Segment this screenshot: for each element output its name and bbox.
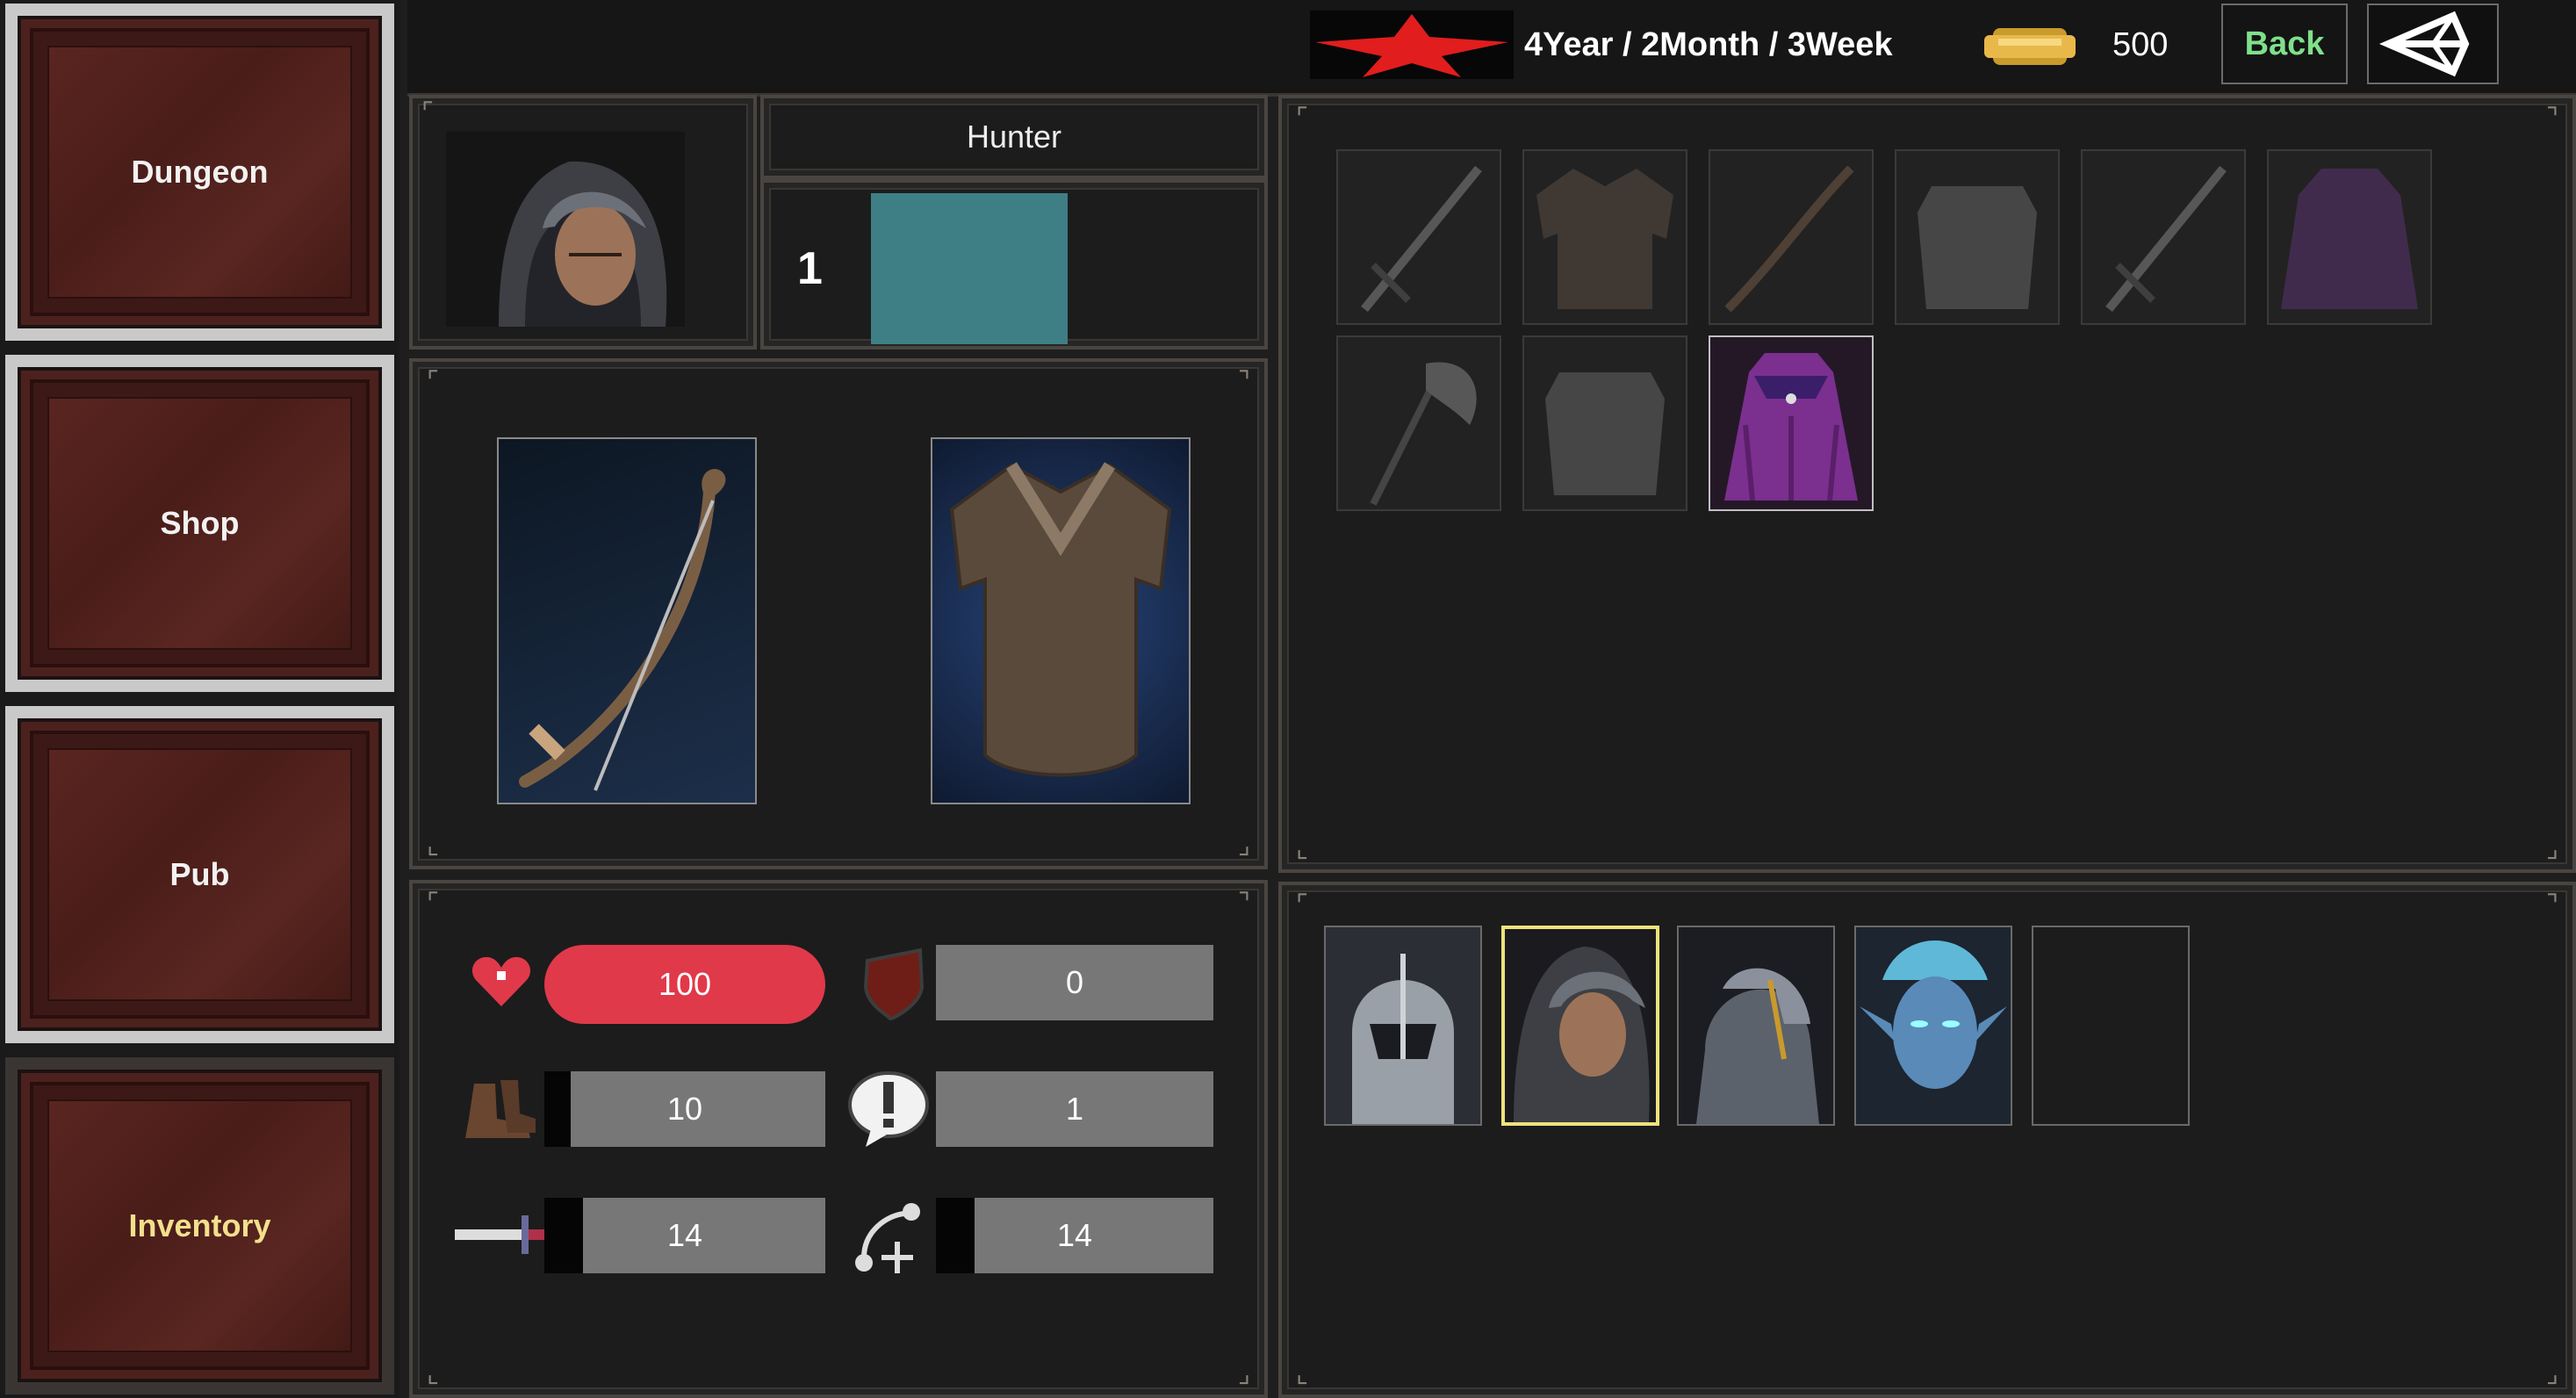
- inventory-item-tunic[interactable]: [1522, 149, 1687, 325]
- stats-panel: ⌜ ⌝ ⌞ ⌟ 100 0 10 1 14 14: [409, 880, 1268, 1398]
- unity-logo-icon[interactable]: [2367, 4, 2499, 84]
- corner-ornament: ⌜: [426, 367, 440, 396]
- bow-icon: [1724, 165, 1854, 313]
- shield-icon: [859, 943, 929, 1022]
- red-star-icon: [1310, 11, 1514, 79]
- hooded-hunter-portrait: [1514, 947, 1650, 1122]
- axe-icon: [1370, 362, 1477, 506]
- corner-ornament: ⌟: [1237, 831, 1251, 860]
- leather-tunic-icon: [1536, 169, 1673, 309]
- inventory-item-cloak[interactable]: [2267, 149, 2432, 325]
- defense-stat: 0: [936, 945, 1213, 1020]
- party-panel: ⌜ ⌝ ⌞ ⌟: [1278, 882, 2576, 1398]
- gold-coin-icon: [1975, 19, 2084, 74]
- armored-paladin-portrait: [1696, 968, 1819, 1124]
- class-name: Hunter: [966, 119, 1062, 155]
- knight-portrait: [1352, 954, 1454, 1124]
- weapon-slot[interactable]: [497, 437, 757, 804]
- nav-pub-button[interactable]: Pub: [5, 706, 394, 1043]
- skill-stat: 14: [936, 1198, 1213, 1273]
- party-member-paladin[interactable]: [1677, 926, 1835, 1126]
- nav-dungeon-label: Dungeon: [131, 154, 269, 190]
- speed-bar-fill: [544, 1071, 571, 1147]
- inventory-panel: ⌜ ⌝ ⌞ ⌟: [1278, 95, 2576, 873]
- inventory-item-bow[interactable]: [1709, 149, 1874, 325]
- skill-bar-fill: [936, 1198, 975, 1273]
- attack-value: 14: [666, 1217, 703, 1253]
- hp-stat: 100: [544, 945, 825, 1024]
- nav-pub-label: Pub: [169, 856, 230, 892]
- speed-value: 10: [666, 1091, 703, 1127]
- xp-bar: [871, 193, 1068, 344]
- corner-ornament: ⌞: [426, 831, 440, 860]
- blue-elf-portrait: [1860, 940, 2007, 1089]
- level-number: 1: [797, 243, 823, 294]
- class-name-panel: Hunter: [760, 95, 1268, 179]
- inventory-item-plate-armor-2[interactable]: [1522, 335, 1687, 511]
- corner-ornament: ⌜: [1295, 104, 1309, 133]
- corner-ornament: ⌞: [1295, 834, 1309, 863]
- corner-ornament: ⌝: [1237, 889, 1251, 918]
- crit-stat: 1: [936, 1071, 1213, 1147]
- hooded-hunter-portrait: [446, 132, 685, 327]
- date-display: 4Year / 2Month / 3Week: [1524, 26, 1893, 63]
- speed-stat: 10: [544, 1071, 825, 1147]
- attack-stat: 14: [544, 1198, 825, 1273]
- purple-cloak-icon: [2281, 169, 2418, 309]
- attack-bar-fill: [544, 1198, 583, 1273]
- party-member-hunter-selected[interactable]: [1501, 926, 1659, 1126]
- back-label: Back: [2244, 25, 2325, 62]
- gold-amount: 500: [2112, 26, 2169, 63]
- corner-ornament: ⌜: [426, 889, 440, 918]
- nav-inventory-button[interactable]: Inventory: [5, 1057, 394, 1394]
- portrait-panel: ⌜: [409, 95, 757, 350]
- top-bar: 4Year / 2Month / 3Week 500 Back: [407, 0, 2576, 97]
- crit-exclamation-icon: [845, 1070, 932, 1149]
- corner-ornament: ⌝: [2545, 104, 2559, 133]
- party-member-elf[interactable]: [1854, 926, 2012, 1126]
- boots-icon: [457, 1075, 541, 1145]
- inventory-item-sword[interactable]: [1336, 149, 1501, 325]
- sword-icon: [1361, 165, 1482, 313]
- leather-tunic-icon: [949, 462, 1172, 777]
- nav-shop-button[interactable]: Shop: [5, 355, 394, 692]
- plate-armor-icon: [1918, 186, 2037, 309]
- sword-stat-icon: [451, 1205, 548, 1266]
- skill-plus-icon: [852, 1200, 931, 1275]
- inventory-item-cloak-selected[interactable]: [1709, 335, 1874, 511]
- corner-ornament: ⌜: [1295, 890, 1309, 919]
- corner-ornament: ⌞: [1295, 1359, 1309, 1388]
- corner-ornament: ⌟: [2545, 834, 2559, 863]
- corner-ornament: ⌟: [2545, 1359, 2559, 1388]
- skill-value: 14: [1056, 1217, 1093, 1253]
- corner-ornament: ⌞: [426, 1359, 440, 1388]
- plate-armor-icon: [1545, 372, 1665, 495]
- corner-ornament: ⌝: [1237, 367, 1251, 396]
- inventory-item-plate-armor[interactable]: [1895, 149, 2060, 325]
- armor-slot[interactable]: [931, 437, 1191, 804]
- purple-cloak-icon: [1724, 353, 1858, 501]
- bow-icon: [519, 469, 726, 791]
- sword-icon: [2105, 165, 2227, 313]
- nav-inventory-label: Inventory: [128, 1207, 271, 1243]
- heart-icon: [471, 954, 532, 1010]
- corner-ornament: ⌜: [421, 98, 435, 127]
- equipment-panel: ⌜ ⌝ ⌞ ⌟: [409, 358, 1268, 869]
- nav-shop-label: Shop: [160, 505, 240, 541]
- inventory-item-sword-2[interactable]: [2081, 149, 2246, 325]
- main-nav: Dungeon Shop Pub Inventory: [0, 0, 399, 1398]
- corner-ornament: ⌟: [1237, 1359, 1251, 1388]
- nav-dungeon-button[interactable]: Dungeon: [5, 4, 394, 341]
- party-member-knight[interactable]: [1324, 926, 1482, 1126]
- back-button[interactable]: Back: [2221, 4, 2348, 84]
- inventory-item-axe[interactable]: [1336, 335, 1501, 511]
- level-panel: 1: [760, 179, 1268, 350]
- corner-ornament: ⌝: [2545, 890, 2559, 919]
- party-member-empty[interactable]: [2032, 926, 2190, 1126]
